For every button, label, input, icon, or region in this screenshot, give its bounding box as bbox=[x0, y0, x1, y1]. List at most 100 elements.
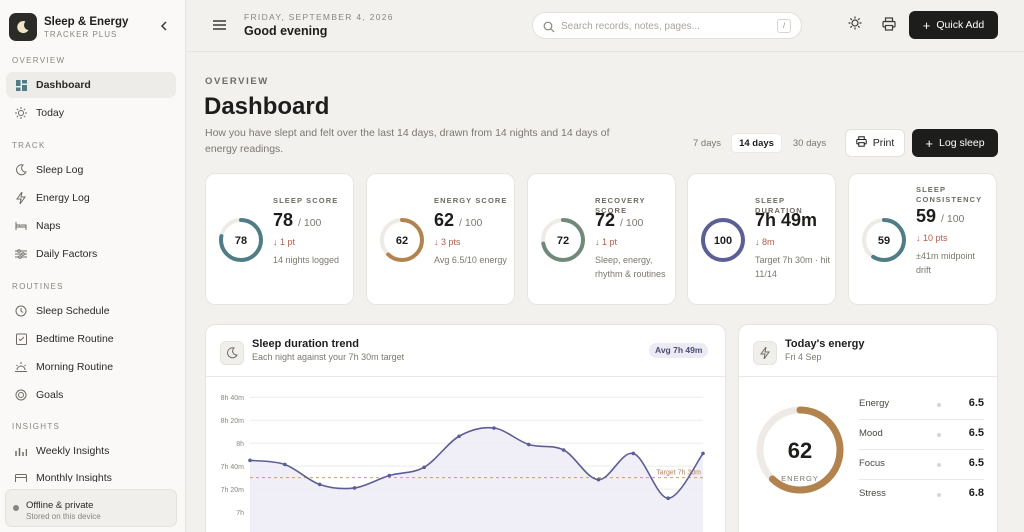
stat-max: / 100 bbox=[298, 217, 322, 229]
range-tab-30-days[interactable]: 30 days bbox=[786, 133, 833, 153]
ring-value: 59 bbox=[878, 235, 890, 247]
ring-value: 100 bbox=[714, 235, 732, 247]
metric-name: Focus bbox=[859, 458, 885, 469]
score-ring: 78 bbox=[219, 218, 263, 262]
data-point bbox=[352, 486, 357, 490]
stat-delta: ↓ 3 pts bbox=[434, 237, 461, 247]
sidebar-item-energy-log[interactable]: Energy Log bbox=[6, 185, 176, 211]
target-icon bbox=[14, 388, 28, 402]
stat-card-energy-score[interactable]: 62 ENERGY SCORE 62 / 100 ↓ 3 pts Avg 6.5/10 … bbox=[366, 173, 515, 305]
sidebar-item-label: Goals bbox=[36, 389, 64, 401]
data-point bbox=[596, 477, 601, 482]
stat-note: 14 nights logged bbox=[273, 255, 340, 265]
stat-delta: ↓ 10 pts bbox=[916, 233, 948, 243]
score-ring: 100 bbox=[701, 218, 745, 262]
page-description: How you have slept and felt over the las… bbox=[205, 127, 610, 155]
stat-value: 7h 49m bbox=[755, 210, 817, 231]
sidebar-item-today[interactable]: Today bbox=[6, 100, 176, 126]
sidebar-item-goals[interactable]: Goals bbox=[6, 382, 176, 408]
data-point bbox=[317, 482, 322, 487]
y-tick-label: 7h 20m bbox=[221, 487, 245, 494]
sidebar-item-bedtime-routine[interactable]: Bedtime Routine bbox=[6, 326, 176, 352]
sidebar-item-label: Naps bbox=[36, 220, 61, 232]
sleep-duration-chart: 8h 40m 8h 20m 8h 7h 40m 7h 20m 7h Target 7h 30… bbox=[221, 395, 705, 532]
sun-icon bbox=[14, 106, 28, 120]
stat-card-sleep-score[interactable]: 78 SLEEP SCORE 78 / 100 ↓ 1 pt 14 nights log… bbox=[205, 173, 354, 305]
metric-name: Mood bbox=[859, 428, 883, 439]
range-tab-7-days[interactable]: 7 days bbox=[687, 133, 727, 153]
moon-icon bbox=[14, 163, 28, 177]
quick-add-button[interactable]: + Quick Add bbox=[909, 11, 998, 39]
quick-add-label: Quick Add bbox=[936, 19, 985, 31]
ring-value: 72 bbox=[557, 235, 569, 247]
range-tab-14-days[interactable]: 14 days bbox=[731, 133, 782, 153]
print-icon[interactable] bbox=[882, 17, 896, 31]
sidebar-item-naps[interactable]: Naps bbox=[6, 213, 176, 239]
target-label: Target 7h 30m bbox=[656, 470, 701, 477]
search-box[interactable]: / bbox=[532, 12, 802, 39]
current-date: FRIDAY, SEPTEMBER 4, 2026 bbox=[244, 12, 394, 22]
data-point bbox=[666, 496, 670, 501]
theme-toggle-sun-icon[interactable] bbox=[848, 16, 864, 32]
metric-name: Stress bbox=[859, 488, 886, 499]
stat-note: ±41m midpoint drift bbox=[916, 251, 975, 275]
sidebar-item-weekly-insights[interactable]: Weekly Insights bbox=[6, 438, 176, 464]
sidebar-item-daily-factors[interactable]: Daily Factors bbox=[6, 241, 176, 267]
sidebar-item-label: Dashboard bbox=[36, 79, 91, 91]
plus-icon: + bbox=[922, 17, 931, 33]
collapse-sidebar-button[interactable] bbox=[159, 20, 169, 35]
greeting: Good evening bbox=[244, 24, 328, 38]
stat-delta: ↓ 8m bbox=[755, 237, 775, 247]
metric-dot bbox=[937, 403, 941, 407]
stat-card-recovery-score[interactable]: 72 RECOVERY SCORE 72 / 100 ↓ 1 pt Sleep, ene… bbox=[527, 173, 676, 305]
stat-value: 59 / 100 bbox=[916, 206, 964, 227]
stat-note: Avg 6.5/10 energy bbox=[434, 255, 507, 265]
stat-card-sleep-consistency[interactable]: 59 SLEEP CONSISTENCY 59 / 100 ↓ 10 pts ±41m … bbox=[848, 173, 997, 305]
stat-delta: ↓ 1 pt bbox=[273, 237, 296, 247]
stat-delta: ↓ 1 pt bbox=[595, 237, 618, 247]
brand: Sleep & Energy TRACKER PLUS bbox=[9, 13, 177, 43]
metric-row-energy: Energy 6.5 bbox=[859, 390, 984, 420]
data-point bbox=[492, 426, 496, 430]
sidebar-item-sleep-log[interactable]: Sleep Log bbox=[6, 157, 176, 183]
stat-max: / 100 bbox=[620, 217, 644, 229]
metric-dot bbox=[937, 463, 941, 467]
energy-gauge: 62 ENERGY bbox=[756, 406, 844, 494]
print-button[interactable]: Print bbox=[845, 129, 905, 157]
metric-row-mood: Mood 6.5 bbox=[859, 420, 984, 450]
energy-score-label: ENERGY bbox=[781, 474, 819, 483]
moon-icon bbox=[220, 341, 244, 365]
sidebar-item-label: Energy Log bbox=[36, 192, 90, 204]
status-dot bbox=[13, 505, 19, 511]
stat-card-sleep-duration[interactable]: 100 SLEEP DURATION 7h 49m ↓ 8m Target 7h 30… bbox=[687, 173, 836, 305]
section-routines: ROUTINES bbox=[12, 282, 64, 291]
stat-value: 72 / 100 bbox=[595, 210, 643, 231]
bolt-icon bbox=[753, 341, 777, 365]
sidebar-item-label: Today bbox=[36, 107, 65, 119]
page-title: Dashboard bbox=[204, 93, 330, 120]
sidebar-item-monthly-insights[interactable]: Monthly Insights bbox=[6, 466, 176, 482]
sidebar-item-label: Weekly Insights bbox=[36, 445, 110, 457]
stat-value: 62 / 100 bbox=[434, 210, 482, 231]
search-input[interactable] bbox=[561, 19, 771, 34]
divider bbox=[739, 376, 997, 377]
stat-max: / 100 bbox=[941, 213, 965, 225]
stat-label: SLEEP CONSISTENCY bbox=[916, 185, 983, 204]
todays-energy-panel: Today's energy Fri 4 Sep 62 ENERGY Energ… bbox=[738, 324, 998, 532]
bolt-icon bbox=[14, 191, 28, 205]
sidebar-item-morning-routine[interactable]: Morning Routine bbox=[6, 354, 176, 380]
stat-note: Target 7h 30m · hit 11/14 bbox=[755, 255, 831, 279]
stat-note: Sleep, energy, rhythm & routines bbox=[595, 255, 666, 279]
panel-subtitle: Fri 4 Sep bbox=[785, 352, 822, 362]
data-point bbox=[283, 462, 287, 467]
data-point bbox=[248, 458, 252, 463]
search-icon bbox=[543, 20, 555, 38]
data-point bbox=[631, 451, 636, 456]
stat-number: 78 bbox=[273, 210, 294, 230]
sidebar-item-sleep-schedule[interactable]: Sleep Schedule bbox=[6, 298, 176, 324]
sidebar-item-dashboard[interactable]: Dashboard bbox=[6, 72, 176, 98]
grid-icon bbox=[14, 78, 28, 92]
log-sleep-button[interactable]: + Log sleep bbox=[912, 129, 998, 157]
menu-icon[interactable] bbox=[213, 18, 226, 30]
stat-number: 59 bbox=[916, 206, 937, 226]
